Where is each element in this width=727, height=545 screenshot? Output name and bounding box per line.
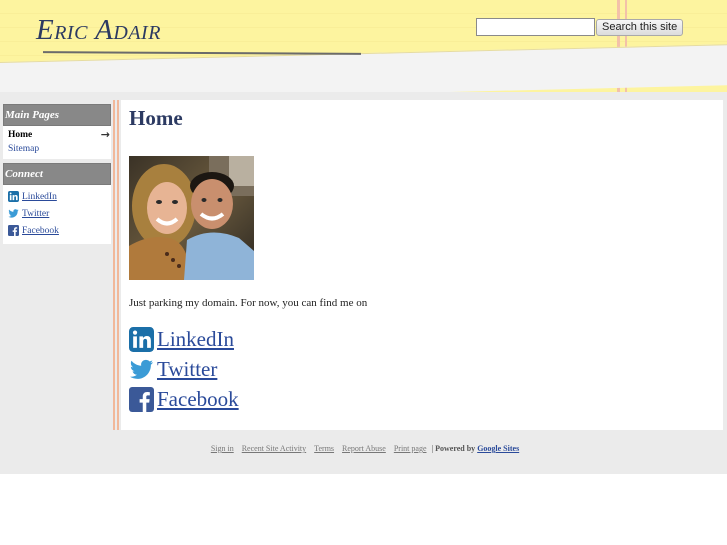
profile-photo [129, 156, 254, 280]
sidebar-item-label: Home [8, 130, 33, 140]
linkedin-icon [129, 327, 154, 352]
margin-line-left [113, 100, 115, 430]
page-title: Home [129, 106, 183, 130]
site-header: Eric Adair Search this site [0, 0, 727, 92]
sidebar: Main Pages Home → Sitemap Connect Linked… [3, 104, 111, 244]
sidebar-link-label: LinkedIn [22, 191, 57, 202]
footer-link-report-abuse[interactable]: Report Abuse [342, 444, 386, 453]
facebook-icon [129, 387, 154, 412]
search-input[interactable] [476, 18, 595, 36]
sidebar-nav: Home → Sitemap [3, 126, 111, 159]
site-title[interactable]: Eric Adair [36, 14, 161, 47]
sidebar-connect: LinkedIn Twitter Facebook [3, 185, 111, 244]
twitter-icon [130, 359, 153, 379]
sidebar-link-linkedin[interactable]: LinkedIn [3, 188, 111, 205]
main-link-label: LinkedIn [157, 327, 234, 351]
sidebar-item-label: Sitemap [8, 144, 40, 154]
footer-powered-by: Powered by [435, 444, 476, 453]
sidebar-link-label: Twitter [22, 208, 50, 219]
footer-link-google-sites[interactable]: Google Sites [477, 444, 519, 453]
main-link-label: Facebook [157, 387, 239, 411]
sidebar-link-label: Facebook [22, 225, 59, 236]
search-button[interactable]: Search this site [596, 19, 684, 36]
footer-link-sign-in[interactable]: Sign in [211, 444, 234, 453]
main-link-facebook[interactable]: Facebook [129, 387, 239, 412]
main-link-twitter[interactable]: Twitter [129, 357, 217, 382]
sidebar-item-sitemap[interactable]: Sitemap [3, 142, 111, 156]
sidebar-heading-connect: Connect [3, 163, 111, 185]
intro-text: Just parking my domain. For now, you can… [129, 297, 368, 309]
footer-separator: | [431, 444, 434, 453]
twitter-icon [8, 209, 19, 218]
sidebar-link-twitter[interactable]: Twitter [3, 205, 111, 222]
footer-link-terms[interactable]: Terms [314, 444, 334, 453]
footer-link-print-page[interactable]: Print page [394, 444, 427, 453]
sidebar-link-facebook[interactable]: Facebook [3, 222, 111, 239]
main-content: Home Just parking my domain. For now, yo… [121, 100, 723, 430]
footer-link-recent-activity[interactable]: Recent Site Activity [242, 444, 306, 453]
main-link-label: Twitter [157, 357, 218, 381]
margin-line-right [117, 100, 119, 430]
profile-photo-image [129, 156, 254, 280]
facebook-icon [8, 225, 19, 236]
arrow-right-icon: → [100, 128, 110, 141]
sidebar-item-home[interactable]: Home → [3, 128, 111, 142]
sidebar-heading-main-pages: Main Pages [3, 104, 111, 126]
main-link-linkedin[interactable]: LinkedIn [129, 327, 234, 352]
site-footer: Sign in Recent Site Activity Terms Repor… [0, 444, 727, 453]
linkedin-icon [8, 191, 19, 202]
